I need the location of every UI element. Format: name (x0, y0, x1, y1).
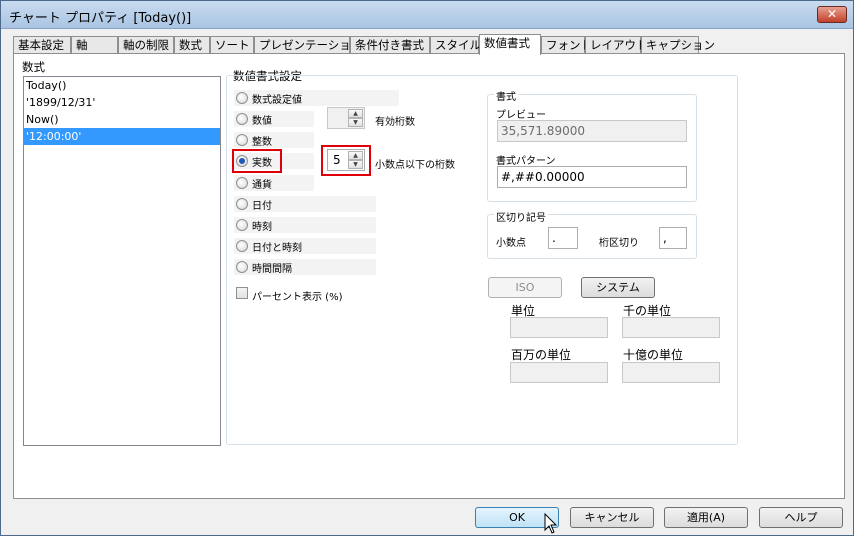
tab-axis[interactable]: 軸 (71, 36, 118, 54)
option-label: 通貨 (252, 180, 272, 191)
million-unit-label: 百万の単位 (511, 348, 572, 362)
decimal-separator-field[interactable]: . (548, 227, 578, 249)
option-label: 数式設定値 (252, 95, 302, 106)
spin-down-arrow-icon[interactable]: ▼ (348, 160, 363, 169)
thousand-separator-field[interactable]: , (659, 227, 687, 249)
number-format-panel: 数式 Today() '1899/12/31' Now() '12:00:00'… (13, 53, 845, 499)
radio-button[interactable] (236, 240, 248, 252)
tab-caption[interactable]: キャプション (641, 36, 715, 54)
tab-general[interactable]: 基本設定 (13, 36, 71, 54)
properties-dialog: チャート プロパティ [Today()] ✕ 基本設定 軸 軸の制限 数式 ソー… (0, 0, 854, 536)
decimal-separator-label: 小数点 (496, 238, 526, 249)
thousand-separator-label: 桁区切り (599, 238, 639, 249)
tab-expressions[interactable]: 数式 (174, 36, 210, 54)
radio-button[interactable] (236, 134, 248, 146)
separators-group-label: 区切り記号 (494, 209, 548, 224)
decimals-spinner[interactable]: 5 ▲ ▼ (327, 149, 365, 171)
option-date[interactable]: 日付 (234, 196, 376, 212)
decimals-label: 小数点以下の桁数 (375, 160, 455, 171)
tab-conditional-format[interactable]: 条件付き書式 (350, 36, 430, 54)
percent-checkbox[interactable] (236, 287, 248, 299)
tab-presentation[interactable]: プレゼンテーション (254, 36, 362, 54)
tab-layout[interactable]: レイアウト (585, 36, 648, 54)
mouse-pointer-icon (544, 513, 558, 534)
percent-label: パーセント表示 (%) (252, 292, 343, 303)
preview-field: 35,571.89000 (497, 120, 687, 142)
radio-button[interactable] (236, 92, 248, 104)
option-integer[interactable]: 整数 (234, 132, 314, 148)
close-button[interactable]: ✕ (817, 6, 847, 23)
spin-down-arrow-icon[interactable]: ▼ (348, 118, 363, 127)
decimals-value[interactable]: 5 (333, 153, 341, 167)
option-label: 日付と時刻 (252, 243, 302, 254)
tab-sort[interactable]: ソート (210, 36, 254, 54)
option-timestamp[interactable]: 日付と時刻 (234, 238, 376, 254)
tab-style[interactable]: スタイル (430, 36, 481, 54)
system-button[interactable]: システム (581, 277, 655, 298)
option-label: 数値 (252, 116, 272, 127)
formulas-label: 数式 (22, 60, 45, 74)
radio-button[interactable] (236, 219, 248, 231)
formula-item-date[interactable]: '1899/12/31' (24, 94, 220, 111)
formula-list[interactable]: Today() '1899/12/31' Now() '12:00:00' (23, 76, 221, 446)
iso-button[interactable]: ISO (488, 277, 562, 298)
radio-button[interactable] (236, 177, 248, 189)
pattern-label: 書式パターン (496, 156, 556, 167)
pattern-field[interactable]: #,##0.00000 (497, 166, 687, 188)
unit-field (510, 317, 608, 338)
radio-button[interactable] (236, 261, 248, 273)
option-label: 日付 (252, 201, 272, 212)
thousand-unit-field (622, 317, 720, 338)
spin-up-arrow-icon[interactable]: ▲ (348, 151, 363, 160)
formula-item-time[interactable]: '12:00:00' (24, 128, 220, 145)
radio-button[interactable] (236, 198, 248, 210)
option-label: 時刻 (252, 222, 272, 233)
tab-font[interactable]: フォント (541, 36, 592, 54)
option-expression-default[interactable]: 数式設定値 (234, 90, 399, 106)
cancel-button[interactable]: キャンセル (570, 507, 654, 528)
option-time[interactable]: 時刻 (234, 217, 376, 233)
tab-number-format[interactable]: 数値書式 (479, 34, 541, 55)
option-label: 整数 (252, 137, 272, 148)
format-group-label: 書式 (494, 88, 518, 103)
help-button[interactable]: ヘルプ (759, 507, 843, 528)
window-title: チャート プロパティ [Today()] (9, 11, 192, 26)
spin-up-arrow-icon[interactable]: ▲ (348, 109, 363, 118)
apply-button[interactable]: 適用(A) (664, 507, 748, 528)
radio-button[interactable] (236, 113, 248, 125)
preview-label: プレビュー (496, 110, 546, 121)
formula-item-now[interactable]: Now() (24, 111, 220, 128)
selected-option-highlight (232, 149, 282, 173)
option-label: 時間間隔 (252, 264, 292, 275)
tab-axis-limits[interactable]: 軸の制限 (118, 36, 174, 54)
formula-item-today[interactable]: Today() (24, 77, 220, 94)
billion-unit-field (622, 362, 720, 383)
significant-digits-spinner[interactable]: ▲ ▼ (327, 107, 365, 129)
option-number[interactable]: 数値 (234, 111, 314, 127)
title-bar[interactable]: チャート プロパティ [Today()] ✕ (1, 1, 853, 29)
option-money[interactable]: 通貨 (234, 175, 314, 191)
billion-unit-label: 十億の単位 (623, 348, 684, 362)
million-unit-field (510, 362, 608, 383)
significant-digits-label: 有効桁数 (375, 117, 415, 128)
option-interval[interactable]: 時間間隔 (234, 259, 376, 275)
